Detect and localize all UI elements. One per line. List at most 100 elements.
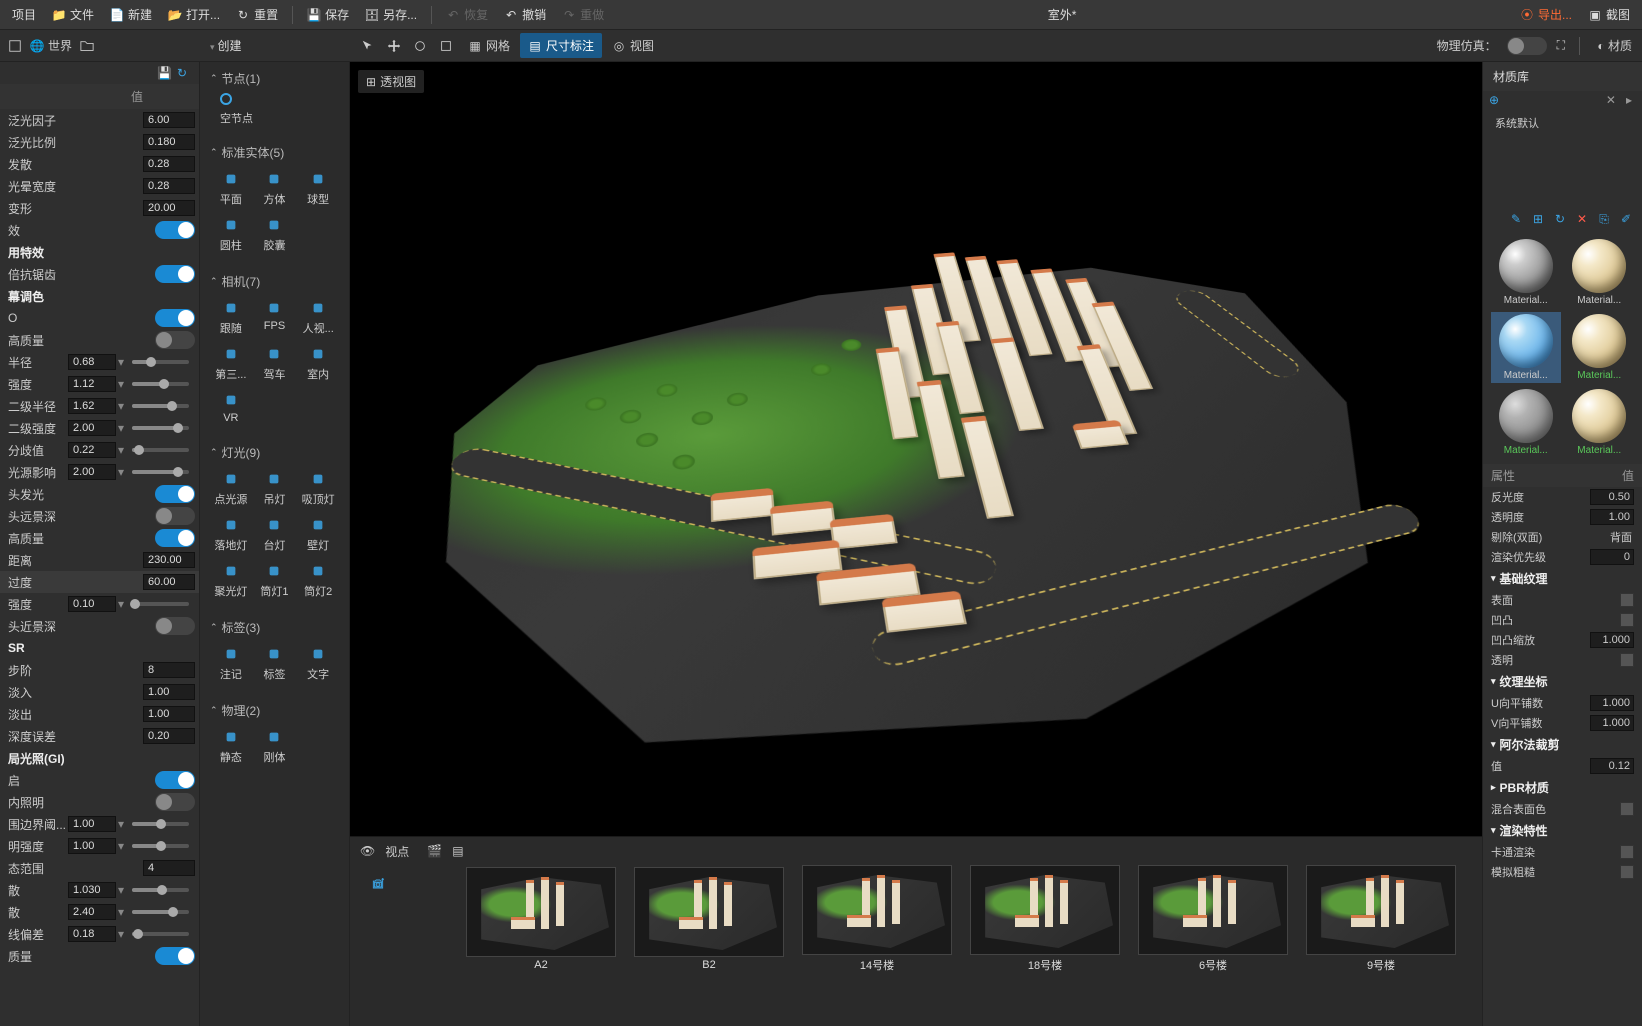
prop-group-label[interactable]: 基础纹理 xyxy=(1500,570,1548,587)
grid-tab[interactable]: ▦网格 xyxy=(460,33,518,58)
create-item-sphere[interactable]: 球型 xyxy=(297,167,339,209)
prop-toggle[interactable] xyxy=(155,617,195,635)
matprop-value[interactable]: 0.50 xyxy=(1590,489,1634,505)
prop-slider[interactable] xyxy=(132,932,189,936)
matprop-chip[interactable] xyxy=(1620,613,1634,627)
create-item-target[interactable]: 跟随 xyxy=(210,296,252,338)
create-item-spot[interactable]: 聚光灯 xyxy=(210,559,252,601)
create-item-rigid[interactable]: 刚体 xyxy=(254,725,296,767)
matprop-chip[interactable] xyxy=(1620,845,1634,859)
material-cell[interactable]: Material... xyxy=(1565,387,1635,458)
prop-group-label[interactable]: PBR材质 xyxy=(1500,779,1549,796)
refresh-props-icon[interactable]: ↻ xyxy=(177,66,191,80)
saveas-button[interactable]: 🗄另存... xyxy=(359,3,423,26)
material-cell[interactable]: Material... xyxy=(1491,312,1561,383)
prop-value[interactable]: 2.00 xyxy=(68,464,116,480)
create-item-crosshair[interactable]: FPS xyxy=(254,296,296,338)
material-panel-tab[interactable]: ◐材质 xyxy=(1594,37,1632,54)
prop-value[interactable]: 0.20 xyxy=(143,728,195,744)
reset-button[interactable]: ↻重置 xyxy=(230,3,284,26)
prop-value[interactable]: 1.00 xyxy=(143,684,195,700)
undo-button[interactable]: ↶撤销 xyxy=(498,3,552,26)
scale-tool[interactable] xyxy=(434,35,458,57)
fullscreen-icon[interactable]: ⛶ xyxy=(1557,38,1565,53)
prop-value[interactable]: 0.28 xyxy=(143,156,195,172)
matprop-value[interactable]: 背面 xyxy=(1610,529,1634,545)
material-cell[interactable]: Material... xyxy=(1491,237,1561,308)
add-material-icon[interactable]: ⊕ xyxy=(1489,93,1499,107)
create-item-down1[interactable]: 筒灯1 xyxy=(254,559,296,601)
empty-node-icon[interactable] xyxy=(220,93,232,105)
system-default-label[interactable]: 系统默认 xyxy=(1483,109,1642,137)
redo-button[interactable]: ↷重做 xyxy=(556,3,610,26)
open-button[interactable]: 📂打开... xyxy=(162,3,226,26)
viewpoint-thumb[interactable]: B2 xyxy=(634,867,784,971)
create-item-bulb[interactable]: 点光源 xyxy=(210,467,252,509)
prop-value[interactable]: 0.18 xyxy=(68,926,116,942)
prop-value[interactable]: 0.22 xyxy=(68,442,116,458)
view-tab[interactable]: ◎视图 xyxy=(604,33,662,58)
matprop-chip[interactable] xyxy=(1620,802,1634,816)
file-menu[interactable]: 📁文件 xyxy=(46,3,100,26)
prop-toggle[interactable] xyxy=(155,309,195,327)
prop-toggle[interactable] xyxy=(155,793,195,811)
create-group-header[interactable]: ⌃ 灯光(9) xyxy=(210,440,339,465)
viewpoint-thumb[interactable]: 9号楼 xyxy=(1306,865,1456,973)
prop-slider[interactable] xyxy=(132,910,189,914)
create-item-cylinder[interactable]: 圆柱 xyxy=(210,213,252,255)
select-tool[interactable] xyxy=(356,35,380,57)
new-button[interactable]: 📄新建 xyxy=(104,3,158,26)
export-button[interactable]: ⦿导出... xyxy=(1514,3,1578,26)
prop-value[interactable]: 0.10 xyxy=(68,596,116,612)
create-item-vr[interactable]: VR xyxy=(210,388,252,426)
clapboard-icon[interactable]: 🎬 xyxy=(427,844,442,858)
prop-value[interactable]: 1.00 xyxy=(143,706,195,722)
prop-value[interactable]: 0.28 xyxy=(143,178,195,194)
prop-slider[interactable] xyxy=(132,382,189,386)
create-item-text[interactable]: 文字 xyxy=(297,642,339,684)
add-viewpoint-button[interactable] xyxy=(360,869,396,899)
move-tool[interactable] xyxy=(382,35,406,57)
create-item-walk[interactable]: 第三... xyxy=(210,342,252,384)
prop-slider[interactable] xyxy=(132,470,189,474)
material-cell[interactable]: Material... xyxy=(1565,312,1635,383)
matprop-value[interactable]: 1.00 xyxy=(1590,509,1634,525)
create-item-static[interactable]: 静态 xyxy=(210,725,252,767)
matprop-value[interactable]: 1.000 xyxy=(1590,695,1634,711)
prop-value[interactable]: 2.00 xyxy=(68,420,116,436)
matprop-chip[interactable] xyxy=(1620,653,1634,667)
material-add-icon[interactable]: ⊞ xyxy=(1530,211,1546,227)
prop-value[interactable]: 4 xyxy=(143,860,195,876)
create-item-ceiling[interactable]: 吸顶灯 xyxy=(297,467,339,509)
create-item-desk[interactable]: 台灯 xyxy=(254,513,296,555)
prop-group-label[interactable]: 阿尔法裁剪 xyxy=(1500,736,1560,753)
prop-slider[interactable] xyxy=(132,448,189,452)
prop-toggle[interactable] xyxy=(155,947,195,965)
prop-toggle[interactable] xyxy=(155,331,195,349)
prop-value[interactable]: 0.68 xyxy=(68,354,116,370)
create-item-house[interactable]: 室内 xyxy=(297,342,339,384)
prop-value[interactable]: 1.12 xyxy=(68,376,116,392)
prop-toggle[interactable] xyxy=(155,771,195,789)
rotate-tool[interactable] xyxy=(408,35,432,57)
create-item-note[interactable]: 注记 xyxy=(210,642,252,684)
prop-value[interactable]: 6.00 xyxy=(143,112,195,128)
viewpoint-thumb[interactable]: A2 xyxy=(466,867,616,971)
prop-group-label[interactable]: 纹理坐标 xyxy=(1500,673,1548,690)
matprop-value[interactable]: 1.000 xyxy=(1590,715,1634,731)
material-edit-icon[interactable]: ✐ xyxy=(1618,211,1634,227)
prop-slider[interactable] xyxy=(132,844,189,848)
scene-tree-icon[interactable] xyxy=(8,39,22,53)
material-pick-icon[interactable]: ✎ xyxy=(1508,211,1524,227)
save-props-icon[interactable]: 💾 xyxy=(157,66,171,80)
material-cell[interactable]: Material... xyxy=(1565,237,1635,308)
dimension-tab[interactable]: ▤尺寸标注 xyxy=(520,33,602,58)
prop-toggle[interactable] xyxy=(155,529,195,547)
viewpoint-thumb[interactable]: 14号楼 xyxy=(802,865,952,973)
prop-value[interactable]: 20.00 xyxy=(143,200,195,216)
create-item-tag[interactable]: 标签 xyxy=(254,642,296,684)
prop-toggle[interactable] xyxy=(155,507,195,525)
physics-toggle[interactable] xyxy=(1507,37,1547,55)
material-delete-icon[interactable]: ✕ xyxy=(1574,211,1590,227)
project-menu[interactable]: 项目 xyxy=(6,3,42,26)
